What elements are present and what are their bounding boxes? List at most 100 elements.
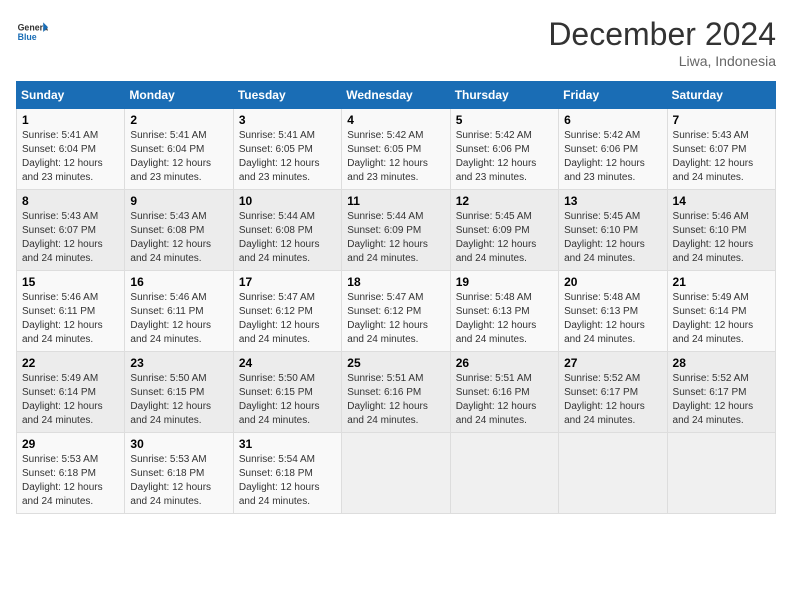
calendar-cell: 16 Sunrise: 5:46 AMSunset: 6:11 PMDaylig… <box>125 271 233 352</box>
calendar-cell: 18 Sunrise: 5:47 AMSunset: 6:12 PMDaylig… <box>342 271 450 352</box>
day-info: Sunrise: 5:43 AMSunset: 6:08 PMDaylight:… <box>130 211 211 264</box>
day-info: Sunrise: 5:52 AMSunset: 6:17 PMDaylight:… <box>673 373 754 426</box>
calendar-cell: 4 Sunrise: 5:42 AMSunset: 6:05 PMDayligh… <box>342 109 450 190</box>
day-info: Sunrise: 5:46 AMSunset: 6:10 PMDaylight:… <box>673 211 754 264</box>
day-number: 28 <box>673 356 770 370</box>
calendar-cell: 12 Sunrise: 5:45 AMSunset: 6:09 PMDaylig… <box>450 190 558 271</box>
day-number: 30 <box>130 437 227 451</box>
calendar-cell: 14 Sunrise: 5:46 AMSunset: 6:10 PMDaylig… <box>667 190 775 271</box>
day-number: 25 <box>347 356 444 370</box>
calendar-cell: 10 Sunrise: 5:44 AMSunset: 6:08 PMDaylig… <box>233 190 341 271</box>
day-number: 8 <box>22 194 119 208</box>
day-info: Sunrise: 5:41 AMSunset: 6:04 PMDaylight:… <box>22 130 103 183</box>
calendar-cell: 3 Sunrise: 5:41 AMSunset: 6:05 PMDayligh… <box>233 109 341 190</box>
location-subtitle: Liwa, Indonesia <box>548 53 776 69</box>
day-info: Sunrise: 5:42 AMSunset: 6:05 PMDaylight:… <box>347 130 428 183</box>
calendar-cell: 17 Sunrise: 5:47 AMSunset: 6:12 PMDaylig… <box>233 271 341 352</box>
day-number: 7 <box>673 113 770 127</box>
calendar-cell: 27 Sunrise: 5:52 AMSunset: 6:17 PMDaylig… <box>559 352 667 433</box>
calendar-cell: 7 Sunrise: 5:43 AMSunset: 6:07 PMDayligh… <box>667 109 775 190</box>
day-number: 11 <box>347 194 444 208</box>
day-number: 16 <box>130 275 227 289</box>
calendar-cell: 22 Sunrise: 5:49 AMSunset: 6:14 PMDaylig… <box>17 352 125 433</box>
calendar-week-3: 15 Sunrise: 5:46 AMSunset: 6:11 PMDaylig… <box>17 271 776 352</box>
calendar-table: SundayMondayTuesdayWednesdayThursdayFrid… <box>16 81 776 514</box>
day-number: 23 <box>130 356 227 370</box>
day-info: Sunrise: 5:48 AMSunset: 6:13 PMDaylight:… <box>456 292 537 345</box>
day-info: Sunrise: 5:53 AMSunset: 6:18 PMDaylight:… <box>22 454 103 507</box>
calendar-cell <box>667 433 775 514</box>
day-info: Sunrise: 5:43 AMSunset: 6:07 PMDaylight:… <box>22 211 103 264</box>
day-number: 27 <box>564 356 661 370</box>
day-number: 17 <box>239 275 336 289</box>
day-number: 31 <box>239 437 336 451</box>
day-number: 6 <box>564 113 661 127</box>
day-info: Sunrise: 5:43 AMSunset: 6:07 PMDaylight:… <box>673 130 754 183</box>
logo: General Blue <box>16 16 48 48</box>
calendar-cell: 11 Sunrise: 5:44 AMSunset: 6:09 PMDaylig… <box>342 190 450 271</box>
day-number: 1 <box>22 113 119 127</box>
day-info: Sunrise: 5:48 AMSunset: 6:13 PMDaylight:… <box>564 292 645 345</box>
day-info: Sunrise: 5:51 AMSunset: 6:16 PMDaylight:… <box>347 373 428 426</box>
day-info: Sunrise: 5:44 AMSunset: 6:09 PMDaylight:… <box>347 211 428 264</box>
day-number: 22 <box>22 356 119 370</box>
day-number: 14 <box>673 194 770 208</box>
weekday-header-row: SundayMondayTuesdayWednesdayThursdayFrid… <box>17 82 776 109</box>
day-number: 10 <box>239 194 336 208</box>
calendar-cell: 28 Sunrise: 5:52 AMSunset: 6:17 PMDaylig… <box>667 352 775 433</box>
calendar-cell: 8 Sunrise: 5:43 AMSunset: 6:07 PMDayligh… <box>17 190 125 271</box>
calendar-cell: 29 Sunrise: 5:53 AMSunset: 6:18 PMDaylig… <box>17 433 125 514</box>
logo-icon: General Blue <box>16 16 48 48</box>
day-number: 9 <box>130 194 227 208</box>
day-info: Sunrise: 5:51 AMSunset: 6:16 PMDaylight:… <box>456 373 537 426</box>
day-number: 3 <box>239 113 336 127</box>
title-area: December 2024 Liwa, Indonesia <box>548 16 776 69</box>
day-info: Sunrise: 5:52 AMSunset: 6:17 PMDaylight:… <box>564 373 645 426</box>
day-info: Sunrise: 5:45 AMSunset: 6:09 PMDaylight:… <box>456 211 537 264</box>
page-header: General Blue December 2024 Liwa, Indones… <box>16 16 776 69</box>
day-info: Sunrise: 5:49 AMSunset: 6:14 PMDaylight:… <box>673 292 754 345</box>
weekday-monday: Monday <box>125 82 233 109</box>
day-info: Sunrise: 5:49 AMSunset: 6:14 PMDaylight:… <box>22 373 103 426</box>
day-info: Sunrise: 5:42 AMSunset: 6:06 PMDaylight:… <box>564 130 645 183</box>
day-info: Sunrise: 5:41 AMSunset: 6:05 PMDaylight:… <box>239 130 320 183</box>
calendar-cell: 13 Sunrise: 5:45 AMSunset: 6:10 PMDaylig… <box>559 190 667 271</box>
day-number: 19 <box>456 275 553 289</box>
svg-text:Blue: Blue <box>18 32 37 42</box>
weekday-sunday: Sunday <box>17 82 125 109</box>
calendar-cell <box>450 433 558 514</box>
day-info: Sunrise: 5:47 AMSunset: 6:12 PMDaylight:… <box>347 292 428 345</box>
calendar-cell: 24 Sunrise: 5:50 AMSunset: 6:15 PMDaylig… <box>233 352 341 433</box>
calendar-cell: 31 Sunrise: 5:54 AMSunset: 6:18 PMDaylig… <box>233 433 341 514</box>
calendar-cell: 20 Sunrise: 5:48 AMSunset: 6:13 PMDaylig… <box>559 271 667 352</box>
calendar-cell: 2 Sunrise: 5:41 AMSunset: 6:04 PMDayligh… <box>125 109 233 190</box>
calendar-week-1: 1 Sunrise: 5:41 AMSunset: 6:04 PMDayligh… <box>17 109 776 190</box>
day-info: Sunrise: 5:50 AMSunset: 6:15 PMDaylight:… <box>239 373 320 426</box>
day-info: Sunrise: 5:53 AMSunset: 6:18 PMDaylight:… <box>130 454 211 507</box>
weekday-saturday: Saturday <box>667 82 775 109</box>
day-number: 13 <box>564 194 661 208</box>
calendar-cell: 6 Sunrise: 5:42 AMSunset: 6:06 PMDayligh… <box>559 109 667 190</box>
weekday-friday: Friday <box>559 82 667 109</box>
calendar-cell: 15 Sunrise: 5:46 AMSunset: 6:11 PMDaylig… <box>17 271 125 352</box>
calendar-cell: 30 Sunrise: 5:53 AMSunset: 6:18 PMDaylig… <box>125 433 233 514</box>
day-info: Sunrise: 5:41 AMSunset: 6:04 PMDaylight:… <box>130 130 211 183</box>
calendar-week-4: 22 Sunrise: 5:49 AMSunset: 6:14 PMDaylig… <box>17 352 776 433</box>
calendar-cell: 21 Sunrise: 5:49 AMSunset: 6:14 PMDaylig… <box>667 271 775 352</box>
day-info: Sunrise: 5:44 AMSunset: 6:08 PMDaylight:… <box>239 211 320 264</box>
calendar-week-5: 29 Sunrise: 5:53 AMSunset: 6:18 PMDaylig… <box>17 433 776 514</box>
day-info: Sunrise: 5:46 AMSunset: 6:11 PMDaylight:… <box>130 292 211 345</box>
weekday-thursday: Thursday <box>450 82 558 109</box>
calendar-cell: 26 Sunrise: 5:51 AMSunset: 6:16 PMDaylig… <box>450 352 558 433</box>
day-number: 21 <box>673 275 770 289</box>
day-number: 29 <box>22 437 119 451</box>
calendar-body: 1 Sunrise: 5:41 AMSunset: 6:04 PMDayligh… <box>17 109 776 514</box>
day-info: Sunrise: 5:45 AMSunset: 6:10 PMDaylight:… <box>564 211 645 264</box>
calendar-cell: 19 Sunrise: 5:48 AMSunset: 6:13 PMDaylig… <box>450 271 558 352</box>
day-info: Sunrise: 5:46 AMSunset: 6:11 PMDaylight:… <box>22 292 103 345</box>
day-number: 20 <box>564 275 661 289</box>
day-number: 2 <box>130 113 227 127</box>
weekday-wednesday: Wednesday <box>342 82 450 109</box>
day-number: 5 <box>456 113 553 127</box>
day-info: Sunrise: 5:47 AMSunset: 6:12 PMDaylight:… <box>239 292 320 345</box>
